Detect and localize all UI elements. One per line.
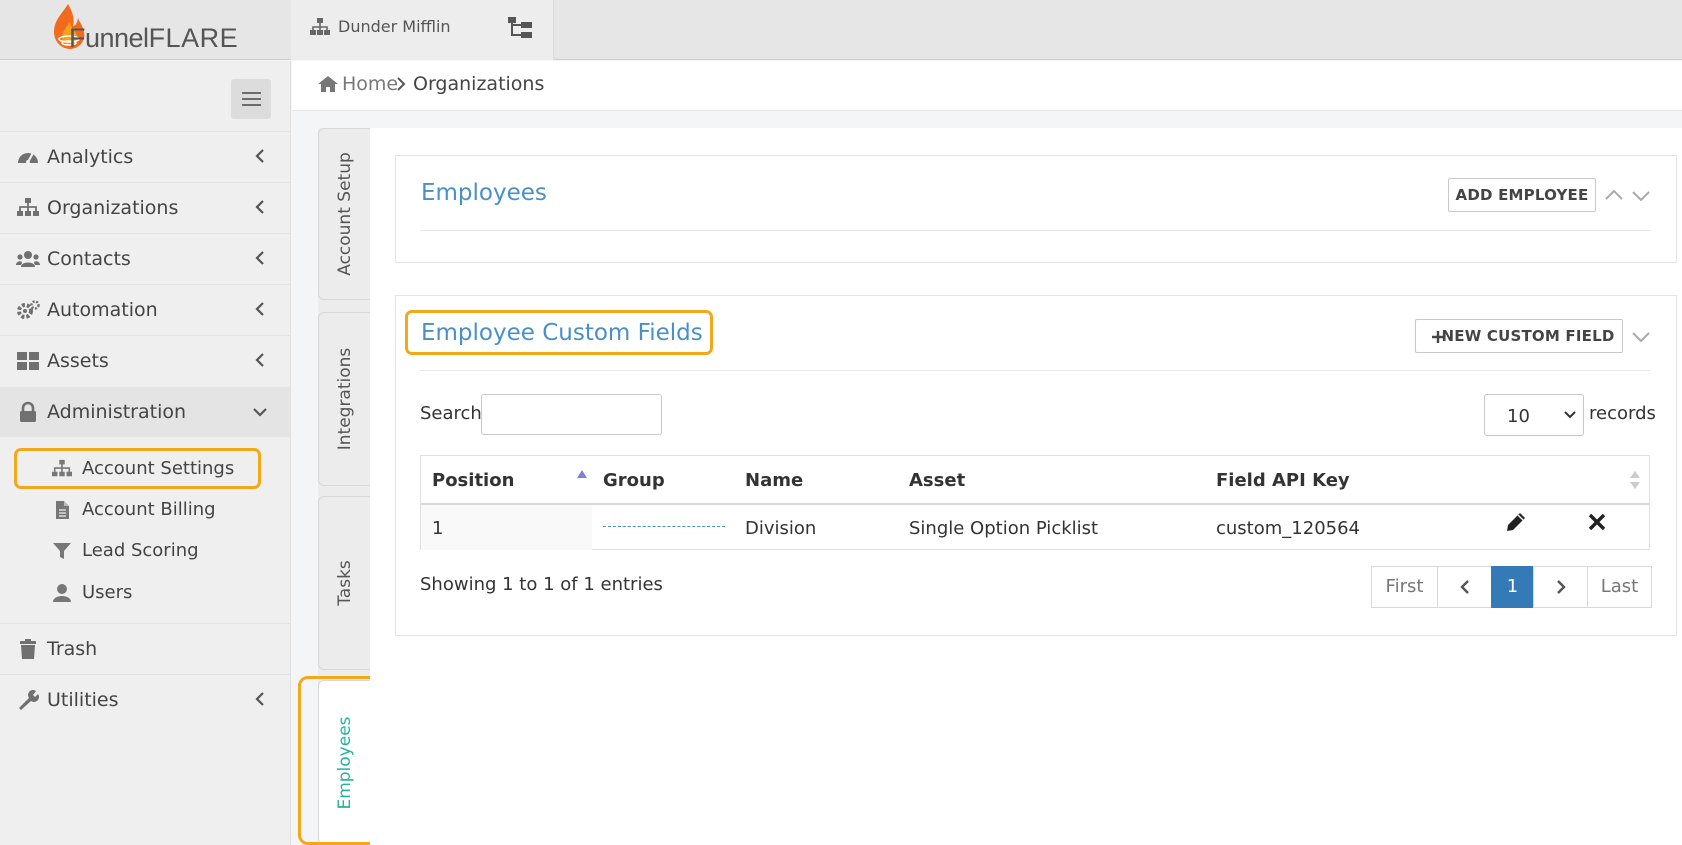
sort-asc-icon[interactable] bbox=[576, 469, 588, 479]
funnelflare-logo[interactable]: FunnelFLARE bbox=[48, 2, 258, 56]
cell-api-key: custom_120564 bbox=[1216, 518, 1360, 539]
chevron-left-icon bbox=[255, 692, 264, 706]
cell-position: 1 bbox=[432, 518, 444, 539]
new-custom-field-button[interactable]: NEW CUSTOM FIELD bbox=[1415, 319, 1623, 353]
home-icon bbox=[318, 76, 338, 92]
sitemap-icon bbox=[310, 18, 330, 35]
table-info: Showing 1 to 1 of 1 entries bbox=[420, 574, 663, 595]
custom-fields-table: Position Group Name Asset Field API Key … bbox=[420, 455, 1650, 550]
chevron-down-icon bbox=[1564, 411, 1576, 419]
chevron-down-icon[interactable] bbox=[1632, 331, 1650, 343]
column-header-field-api-key[interactable]: Field API Key bbox=[1216, 470, 1350, 491]
logo-text: FunnelFLARE bbox=[69, 23, 239, 53]
lock-icon bbox=[20, 401, 36, 422]
column-header-group[interactable]: Group bbox=[603, 470, 665, 491]
tab-tasks[interactable]: Tasks bbox=[318, 496, 370, 670]
grid-icon bbox=[17, 352, 39, 370]
sidebar-subitem-users[interactable]: Users bbox=[0, 573, 291, 613]
column-header-name[interactable]: Name bbox=[745, 470, 803, 491]
plus-icon bbox=[1432, 331, 1444, 343]
chevron-left-icon bbox=[255, 302, 264, 316]
sidebar-item-analytics[interactable]: Analytics bbox=[0, 132, 291, 182]
filter-icon bbox=[53, 543, 71, 559]
sidebar-item-administration[interactable]: Administration bbox=[0, 387, 291, 437]
chevron-down-icon[interactable] bbox=[1632, 190, 1650, 202]
column-header-position[interactable]: Position bbox=[432, 470, 514, 491]
page-next-button[interactable] bbox=[1533, 566, 1588, 608]
cell-name: Division bbox=[745, 518, 817, 539]
user-icon bbox=[53, 584, 71, 602]
org-name: Dunder Mifflin bbox=[338, 17, 451, 36]
file-icon bbox=[56, 501, 69, 519]
chevron-right-icon bbox=[1556, 580, 1566, 594]
tab-integrations[interactable]: Integrations bbox=[318, 312, 370, 486]
search-label: Search: bbox=[420, 403, 488, 424]
edit-pencil-icon[interactable] bbox=[1504, 510, 1528, 534]
page-last-button[interactable]: Last bbox=[1587, 566, 1652, 608]
cell-asset: Single Option Picklist bbox=[909, 518, 1099, 539]
sidebar-subitem-lead-scoring[interactable]: Lead Scoring bbox=[0, 531, 291, 571]
chevron-left-icon bbox=[255, 353, 264, 367]
page-number-button[interactable]: 1 bbox=[1491, 566, 1534, 608]
sort-both-icon[interactable] bbox=[1629, 470, 1641, 490]
dashboard-icon bbox=[18, 152, 38, 164]
breadcrumb-current: Organizations bbox=[413, 73, 545, 95]
page-length-select[interactable]: 10 bbox=[1484, 394, 1584, 436]
org-switcher-tab[interactable]: Dunder Mifflin bbox=[291, 0, 554, 60]
users-icon bbox=[16, 251, 40, 267]
chevron-left-icon bbox=[255, 149, 264, 163]
sidebar-item-assets[interactable]: Assets bbox=[0, 336, 291, 386]
chevron-up-icon[interactable] bbox=[1605, 189, 1623, 201]
chevron-left-icon bbox=[255, 200, 264, 214]
chevron-right-icon bbox=[397, 77, 406, 91]
top-bar: FunnelFLARE Dunder Mifflin bbox=[0, 0, 1682, 60]
search-input[interactable] bbox=[481, 394, 662, 435]
menu-toggle-button[interactable] bbox=[231, 79, 271, 119]
org-tree-icon[interactable] bbox=[507, 16, 533, 40]
column-header-asset[interactable]: Asset bbox=[909, 470, 965, 491]
employees-panel-title: Employees bbox=[421, 180, 547, 206]
chevron-left-icon bbox=[255, 251, 264, 265]
page-first-button[interactable]: First bbox=[1371, 566, 1438, 608]
sidebar-subitem-account-billing[interactable]: Account Billing bbox=[0, 490, 291, 530]
sidebar: Analytics Organizations Contacts Automat… bbox=[0, 61, 291, 845]
highlight-custom-fields-title bbox=[405, 310, 713, 355]
sitemap-icon bbox=[17, 198, 39, 216]
page-prev-button[interactable] bbox=[1437, 566, 1492, 608]
sidebar-item-utilities[interactable]: Utilities bbox=[0, 675, 291, 725]
wrench-icon bbox=[19, 690, 39, 710]
cogs-icon bbox=[17, 300, 40, 319]
breadcrumb-home-link[interactable]: Home bbox=[342, 73, 398, 95]
tab-account-setup[interactable]: Account Setup bbox=[318, 128, 370, 300]
breadcrumb: Home Organizations bbox=[292, 61, 1682, 111]
delete-x-icon[interactable] bbox=[1588, 513, 1606, 531]
records-label: records bbox=[1589, 403, 1656, 424]
add-employee-button[interactable]: ADD EMPLOYEE bbox=[1448, 178, 1596, 212]
sidebar-item-contacts[interactable]: Contacts bbox=[0, 234, 291, 284]
cell-group-editable[interactable] bbox=[603, 526, 725, 527]
sidebar-item-trash[interactable]: Trash bbox=[0, 624, 291, 674]
sidebar-item-organizations[interactable]: Organizations bbox=[0, 183, 291, 233]
sidebar-item-automation[interactable]: Automation bbox=[0, 285, 291, 335]
chevron-left-icon bbox=[1459, 580, 1469, 594]
highlight-account-settings bbox=[14, 448, 261, 489]
chevron-down-icon bbox=[253, 408, 267, 417]
trash-icon bbox=[20, 639, 36, 659]
